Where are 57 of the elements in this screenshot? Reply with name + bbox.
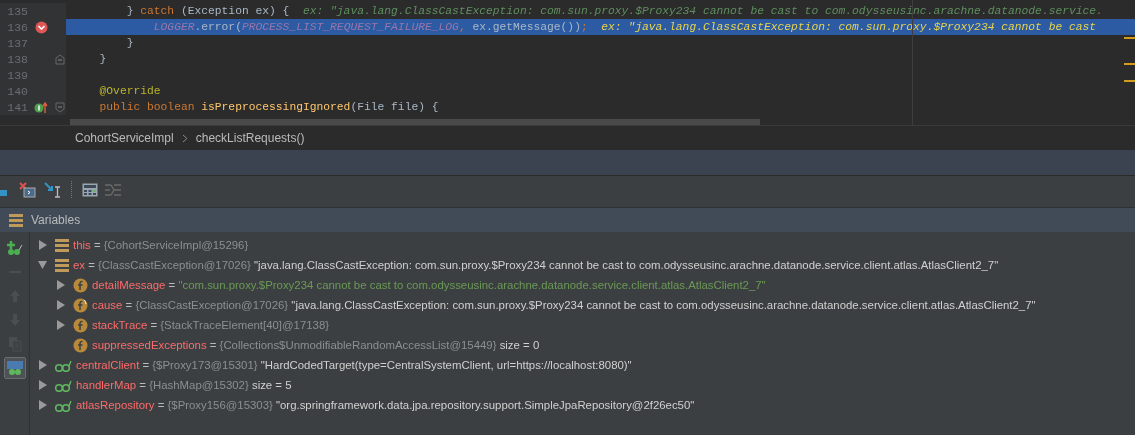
list-icon [55, 258, 69, 272]
drop-frame-icon[interactable] [19, 181, 37, 198]
expand-arrow-icon[interactable] [56, 280, 65, 290]
line-number: 135 [6, 4, 28, 18]
expand-arrow-icon[interactable] [38, 400, 47, 410]
code-line: } [98, 52, 108, 67]
code-line: public boolean isPreprocessingIgnored(File file) { [98, 100, 440, 115]
expand-arrow-icon[interactable] [38, 240, 47, 250]
expand-arrow-icon[interactable] [56, 300, 65, 310]
line-number: 140 [6, 84, 28, 98]
watch-toolbar-button[interactable] [3, 357, 26, 379]
implements-icon[interactable] [34, 100, 48, 114]
breadcrumb[interactable]: CohortServiceImpl [75, 131, 174, 145]
calculator-icon[interactable] [82, 182, 98, 197]
code-line: @Override [98, 84, 162, 99]
variable-entry[interactable]: centralClient = {$Proxy173@15301} "HardCodedTarget(type=CentralSystemClient, url=https://localhost:8080)" [76, 359, 632, 371]
fold-icon[interactable] [55, 101, 65, 113]
line-number: 138 [6, 52, 28, 66]
watches-icon [5, 360, 24, 376]
field-icon [73, 297, 88, 313]
breadcrumb[interactable]: checkListRequests() [195, 131, 305, 145]
variable-entry[interactable]: this = {CohortServiceImpl@15296} [73, 239, 249, 251]
glasses-icon [55, 378, 72, 392]
variable-entry[interactable]: detailMessage = "com.sun.proxy.$Proxy234 cannot be cast to com.odysseusinc.arachne.datanode.service.client.atlas.AtlasClient2_7" [92, 279, 766, 291]
line-number: 136 [6, 20, 28, 34]
code-line: } [125, 36, 135, 51]
variable-entry[interactable]: suppressedExceptions = {Collections$UnmodifiableRandomAccessList@15449} size = 0 [92, 339, 540, 351]
glasses-icon [55, 398, 72, 412]
line-number: 139 [6, 68, 28, 82]
code-line: } catch (Exception ex) { ex: "java.lang.ClassCastException: com.sun.proxy.$Proxy234 cannot be cast to com.odysseusinc.arachne.datanode.service. [125, 4, 1104, 19]
expand-arrow-icon[interactable] [38, 380, 47, 390]
scrollbar-thumb[interactable] [70, 119, 760, 125]
line-number: 141 [6, 100, 28, 114]
field-icon [73, 337, 88, 353]
expand-arrow-icon[interactable] [38, 360, 47, 370]
code-line: LOGGER.error(PROCESS_LIST_REQUEST_FAILURE_LOG, ex.getMessage()); ex: "java.lang.ClassCastException: com.sun.proxy.$Proxy234 cannot be cast [152, 20, 1098, 35]
add-watch-icon [5, 240, 24, 256]
field-icon [73, 317, 88, 333]
glasses-icon [55, 358, 72, 372]
expand-arrow-icon[interactable] [56, 320, 65, 330]
variable-entry[interactable]: atlasRepository = {$Proxy156@15303} "org.springframework.data.jpa.repository.support.SimpleJpaRepository@2f26ec50" [76, 399, 695, 411]
panel-title: Variables [31, 213, 81, 227]
variable-entry[interactable]: handlerMap = {HashMap@15302} size = 5 [76, 379, 292, 391]
variable-entry[interactable]: ex = {ClassCastException@17026} "java.lang.ClassCastException: com.sun.proxy.$Proxy234 cannot be cast to com.odysseusinc.arachne.datanode.service.client.atlas.AtlasClient2_7" [73, 259, 999, 271]
breakpoint-icon[interactable] [34, 20, 48, 34]
variable-entry[interactable]: stackTrace = {StackTraceElement[40]@17138} [92, 319, 330, 331]
list-icon [9, 213, 23, 227]
chevron-icon [181, 133, 188, 143]
code-editor[interactable] [0, 0, 1135, 125]
field-icon [73, 277, 88, 293]
variable-entry[interactable]: cause = {ClassCastException@17026} "java.lang.ClassCastException: com.sun.proxy.$Proxy234 cannot be cast to com.odysseusinc.arachne.datanode.service.client.atlas.AtlasClient2_7" [92, 299, 1036, 311]
list-icon [55, 238, 69, 252]
collapse-arrow-icon[interactable] [38, 260, 47, 270]
line-number: 137 [6, 36, 28, 50]
fold-icon[interactable] [55, 53, 65, 65]
run-to-cursor-icon[interactable] [44, 181, 62, 198]
toolbar-separator [71, 181, 73, 198]
